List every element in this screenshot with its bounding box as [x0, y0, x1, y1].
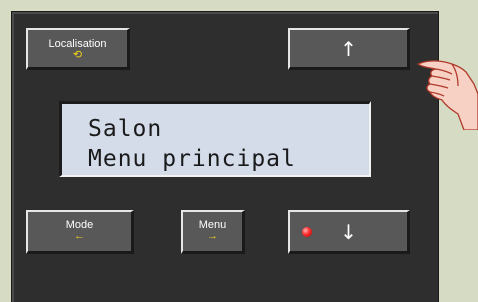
location-button[interactable]: Localisation ⟲ [26, 28, 130, 70]
down-button[interactable]: ↓ [288, 210, 410, 254]
arrow-up-icon: ↑ [340, 36, 357, 61]
lcd-display: Salon Menu principal [59, 101, 371, 177]
up-button[interactable]: ↑ [288, 28, 410, 70]
arrow-right-icon: → [207, 230, 218, 242]
lcd-line-1: Salon [88, 116, 163, 142]
menu-button[interactable]: Menu → [181, 210, 245, 254]
mode-button[interactable]: Mode ← [26, 210, 134, 254]
arrow-left-icon: ← [74, 230, 85, 242]
pointing-hand-icon [417, 60, 478, 130]
arrow-down-icon: ↓ [340, 219, 357, 244]
rotate-icon: ⟲ [72, 49, 83, 61]
lcd-line-2: Menu principal [88, 146, 296, 172]
